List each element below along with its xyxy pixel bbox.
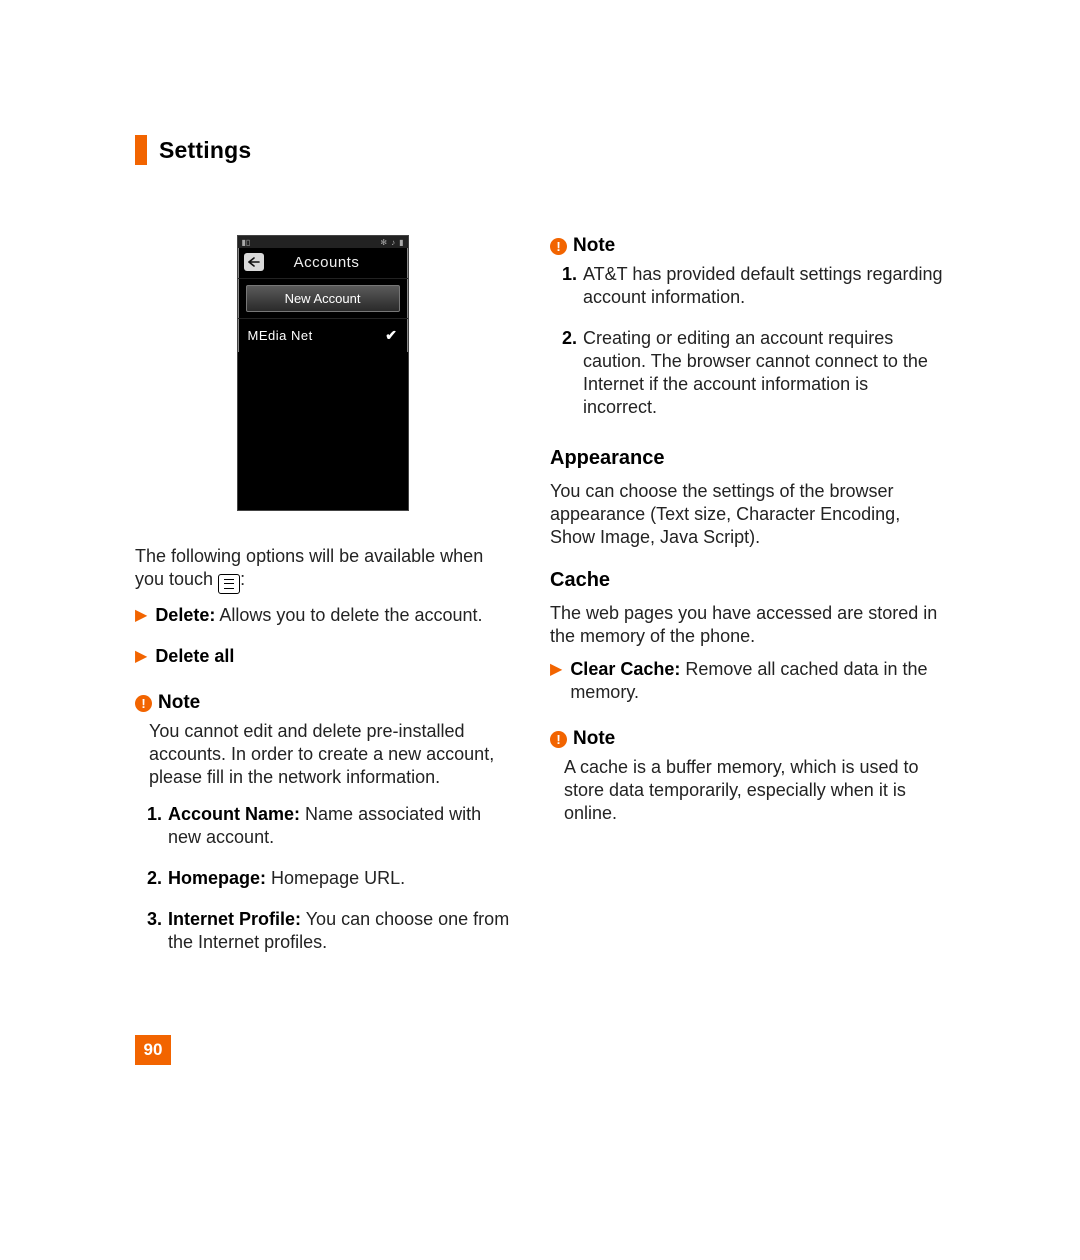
option-delete-all: ▶ Delete all — [135, 645, 510, 676]
clear-cache-label: Clear Cache: — [570, 659, 680, 679]
phone-titlebar: Accounts — [238, 248, 408, 279]
cache-body: The web pages you have accessed are stor… — [550, 602, 945, 648]
phone-screenshot: ▮▯ ✻ ♪ ▮ Accounts New Account — [135, 235, 510, 511]
note-1-header: ! Note — [135, 692, 510, 714]
signal-icon: ▮▯ — [242, 238, 251, 247]
field-3-label: Internet Profile: — [168, 909, 301, 929]
appearance-body: You can choose the settings of the brows… — [550, 480, 945, 549]
note-3-header: ! Note — [550, 728, 945, 750]
field-1-num: 1. — [147, 803, 162, 857]
account-entry-row: MEdia Net ✔ — [238, 318, 408, 352]
left-column: ▮▯ ✻ ♪ ▮ Accounts New Account — [135, 235, 510, 976]
option-clear-cache: ▶ Clear Cache: Remove all cached data in… — [550, 658, 945, 712]
field-homepage: 2. Homepage: Homepage URL. — [147, 867, 510, 898]
field-2-num: 2. — [147, 867, 162, 898]
field-2-desc: Homepage URL. — [266, 868, 405, 888]
appearance-heading: Appearance — [550, 447, 945, 470]
option-delete-label: Delete: — [155, 605, 215, 625]
field-2-body: Homepage: Homepage URL. — [168, 867, 510, 890]
option-delete: ▶ Delete: Allows you to delete the accou… — [135, 604, 510, 635]
note-2-item-2-text: Creating or editing an account requires … — [583, 327, 945, 419]
triangle-bullet-icon: ▶ — [135, 647, 147, 676]
page-number-badge: 90 — [135, 1035, 171, 1065]
account-fields-list: 1. Account Name: Name associated with ne… — [147, 803, 510, 962]
new-account-button: New Account — [246, 285, 400, 312]
field-1-body: Account Name: Name associated with new a… — [168, 803, 510, 849]
field-internet-profile: 3. Internet Profile: You can choose one … — [147, 908, 510, 962]
intro-text: The following options will be available … — [135, 545, 510, 594]
note-icon: ! — [550, 238, 567, 255]
note-3-title: Note — [573, 728, 615, 750]
note-2-item-2: 2. Creating or editing an account requir… — [562, 327, 945, 427]
options-list: ▶ Delete: Allows you to delete the accou… — [135, 604, 510, 676]
field-2-label: Homepage: — [168, 868, 266, 888]
option-delete-body: Delete: Allows you to delete the account… — [155, 604, 482, 627]
checkmark-icon: ✔ — [385, 327, 397, 344]
note-2-header: ! Note — [550, 235, 945, 257]
note-2-item-2-num: 2. — [562, 327, 577, 427]
section-header: Settings — [135, 135, 960, 165]
phone-statusbar: ▮▯ ✻ ♪ ▮ — [238, 236, 408, 248]
note-1-title: Note — [158, 692, 200, 714]
account-entry-label: MEdia Net — [248, 328, 313, 343]
note-3-body: A cache is a buffer memory, which is use… — [564, 756, 945, 825]
note-1-body: You cannot edit and delete pre-installed… — [149, 720, 510, 789]
right-column: ! Note 1. AT&T has provided default sett… — [550, 235, 945, 976]
note-2-item-1: 1. AT&T has provided default settings re… — [562, 263, 945, 317]
phone-frame: ▮▯ ✻ ♪ ▮ Accounts New Account — [237, 235, 409, 511]
sound-icon: ♪ — [391, 238, 395, 247]
note-2-item-1-num: 1. — [562, 263, 577, 317]
option-delete-desc: Allows you to delete the account. — [215, 605, 482, 625]
note-icon: ! — [135, 695, 152, 712]
intro-post: : — [240, 569, 245, 589]
triangle-bullet-icon: ▶ — [550, 660, 562, 712]
field-3-body: Internet Profile: You can choose one fro… — [168, 908, 510, 954]
manual-page: Settings ▮▯ ✻ ♪ ▮ — [0, 0, 1080, 1260]
battery-icon: ▮ — [399, 238, 403, 247]
note-2-list: 1. AT&T has provided default settings re… — [562, 263, 945, 427]
cache-options-list: ▶ Clear Cache: Remove all cached data in… — [550, 658, 945, 712]
cache-heading: Cache — [550, 569, 945, 592]
intro-pre: The following options will be available … — [135, 546, 483, 589]
triangle-bullet-icon: ▶ — [135, 606, 147, 635]
header-accent-bar — [135, 135, 147, 165]
note-2-title: Note — [573, 235, 615, 257]
two-column-layout: ▮▯ ✻ ♪ ▮ Accounts New Account — [135, 235, 960, 976]
phone-screen-title: Accounts — [252, 254, 402, 271]
field-3-num: 3. — [147, 908, 162, 962]
section-title: Settings — [159, 137, 251, 164]
option-delete-all-body: Delete all — [155, 645, 234, 668]
menu-icon — [218, 574, 240, 594]
field-1-label: Account Name: — [168, 804, 300, 824]
note-icon: ! — [550, 731, 567, 748]
field-account-name: 1. Account Name: Name associated with ne… — [147, 803, 510, 857]
option-delete-all-label: Delete all — [155, 646, 234, 666]
note-2-item-1-text: AT&T has provided default settings regar… — [583, 263, 945, 309]
option-clear-cache-body: Clear Cache: Remove all cached data in t… — [570, 658, 945, 704]
bluetooth-icon: ✻ — [380, 238, 387, 247]
phone-body-empty — [238, 352, 408, 510]
